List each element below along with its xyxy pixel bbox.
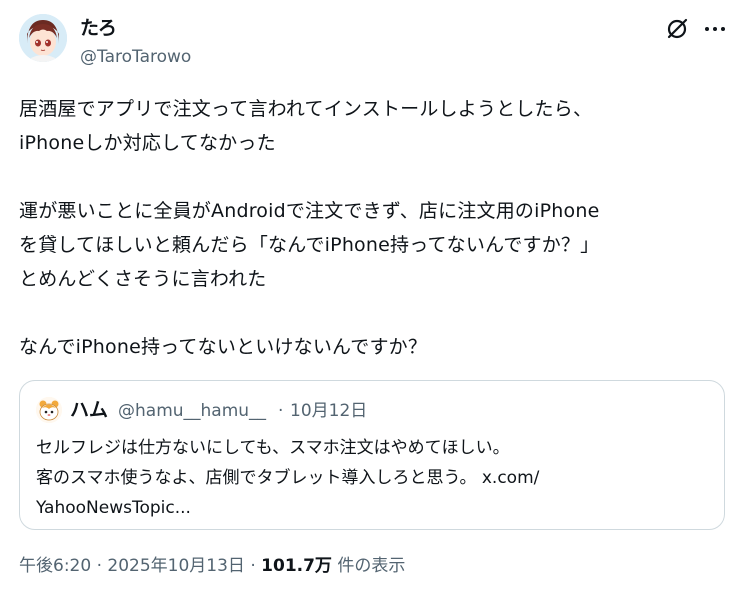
grok-icon bbox=[667, 18, 688, 39]
view-count: 101.7万 bbox=[261, 556, 332, 576]
grok-button[interactable] bbox=[664, 16, 690, 42]
avatar[interactable] bbox=[19, 14, 67, 62]
quote-card[interactable]: ハム @hamu__hamu__ · 10月12日 セルフレジは仕方ないにしても… bbox=[19, 380, 725, 530]
handle[interactable]: @TaroTarowo bbox=[80, 46, 191, 68]
quote-separator: · bbox=[278, 401, 284, 421]
display-name[interactable]: たろ bbox=[80, 16, 117, 40]
quote-date[interactable]: 10月12日 bbox=[290, 399, 367, 423]
quote-avatar[interactable] bbox=[36, 397, 62, 423]
meta-separator: · bbox=[244, 556, 262, 576]
quote-display-name: ハム bbox=[70, 399, 109, 421]
more-icon bbox=[705, 27, 725, 31]
quote-text: セルフレジは仕方ないにしても、スマホ注文はやめてほしい。 客のスマホ使うなよ、店… bbox=[36, 433, 716, 523]
meta-separator: · bbox=[91, 556, 108, 576]
quote-handle: @hamu__hamu__ bbox=[118, 401, 267, 421]
more-button[interactable] bbox=[702, 16, 728, 42]
post-date[interactable]: 2025年10月13日 bbox=[107, 556, 245, 576]
quote-body: セルフレジは仕方ないにしても、スマホ注文はやめてほしい。 客のスマホ使うなよ、店… bbox=[36, 438, 510, 488]
tweet-text: 居酒屋でアプリで注文って言われてインストールしようとしたら、 iPhoneしか対… bbox=[19, 98, 600, 358]
hamster-icon bbox=[36, 397, 62, 423]
view-label: 件の表示 bbox=[331, 556, 406, 576]
tweet-meta: 午後6:20 · 2025年10月13日 · 101.7万 件の表示 bbox=[19, 554, 405, 578]
post-time[interactable]: 午後6:20 bbox=[19, 556, 91, 576]
avatar-illustration bbox=[19, 14, 67, 62]
